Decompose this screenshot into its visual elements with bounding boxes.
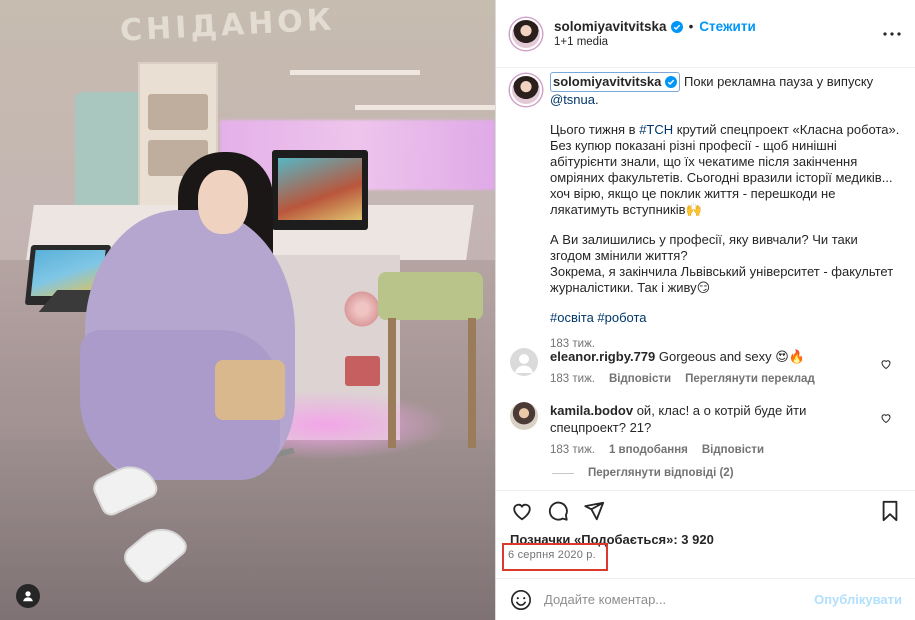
follow-button[interactable]: Стежити (699, 19, 755, 34)
caption-paragraph: Цього тижня в #ТСН крутий спецпроект «Кл… (550, 122, 900, 218)
bookmark-icon[interactable] (878, 499, 902, 523)
translate-button[interactable]: Переглянути переклад (685, 371, 815, 388)
caption-paragraph: А Ви залишились у професії, яку вивчали?… (550, 232, 900, 296)
user-tag-icon[interactable] (16, 584, 40, 608)
emoji-icon[interactable] (510, 589, 532, 611)
view-replies-button[interactable]: Переглянути відповіді (2) (552, 467, 734, 479)
red-box (345, 356, 380, 386)
post-header: solomiyavitvitska • Стежити 1+1 media (496, 0, 915, 68)
fridge (75, 92, 145, 212)
avatar[interactable] (510, 17, 542, 50)
comment-icon[interactable] (546, 499, 570, 523)
separator: • (688, 19, 694, 34)
stool-leg (388, 318, 396, 448)
caption-username-text: solomiyavitvitska (553, 74, 662, 89)
divider (552, 472, 574, 474)
hashtag-link[interactable]: #ТСН (639, 122, 673, 137)
comment-time[interactable]: 183 тиж. (550, 371, 595, 388)
caption-text: Зокрема, я закінчила Львівський універси… (550, 264, 894, 295)
comment-username[interactable]: kamila.bodov (550, 403, 633, 418)
flowers (342, 288, 382, 330)
reply-button[interactable]: Відповісти (702, 442, 764, 459)
comment-box: Додайте коментар... Опублікувати (496, 578, 915, 620)
chair-seat (215, 360, 285, 420)
monitor (272, 150, 368, 230)
publish-button[interactable]: Опублікувати (814, 592, 902, 607)
avatar[interactable] (510, 348, 538, 376)
reply-button[interactable]: Відповісти (609, 371, 671, 388)
comment-username[interactable]: eleanor.rigby.779 (550, 349, 655, 364)
comment-input[interactable]: Додайте коментар... (544, 592, 814, 607)
comment: eleanor.rigby.779 Gorgeous and sexy 😍🔥 1… (510, 348, 902, 388)
action-bar (496, 490, 915, 530)
verified-badge-icon (665, 76, 678, 88)
view-replies-label: Переглянути відповіді (2) (588, 467, 734, 479)
verified-badge-icon (670, 20, 683, 33)
more-horizontal-icon[interactable] (882, 24, 902, 44)
caption-text: А Ви залишились у професії, яку вивчали?… (550, 232, 858, 263)
stool-leg (468, 318, 476, 448)
caption-text: Цього тижня в (550, 122, 636, 137)
heart-icon[interactable] (880, 412, 892, 424)
stool-seat (378, 272, 483, 320)
avatar[interactable] (510, 74, 542, 106)
comment-time[interactable]: 183 тиж. (550, 442, 595, 459)
heart-icon[interactable] (510, 499, 534, 523)
caption-punct: . (595, 92, 599, 107)
send-icon[interactable] (582, 499, 606, 523)
caption-intro: Поки рекламна пауза у випуску (684, 74, 874, 89)
header-username[interactable]: solomiyavitvitska (554, 19, 667, 34)
comment-text: Gorgeous and sexy 😍🔥 (658, 349, 805, 364)
mention-link[interactable]: @tsnua (550, 92, 595, 107)
hashtags-link[interactable]: #освіта #робота (550, 310, 900, 326)
comment: kamila.bodov ой, клас! а о котрій буде й… (510, 402, 902, 459)
shelf (290, 70, 420, 75)
avatar[interactable] (510, 402, 538, 430)
header-subtitle[interactable]: 1+1 media (554, 36, 756, 48)
post-photo[interactable]: СНІДАНОК (0, 0, 495, 620)
comment-likes[interactable]: 1 вподобання (609, 442, 688, 459)
heart-icon[interactable] (880, 358, 892, 370)
post-caption: solomiyavitvitska Поки рекламна пауза у … (510, 72, 902, 352)
post-panel: solomiyavitvitska • Стежити 1+1 media so… (495, 0, 915, 620)
woman-face (198, 170, 248, 234)
date-highlight-box (502, 543, 608, 571)
shelf (355, 105, 495, 110)
caption-username[interactable]: solomiyavitvitska (550, 72, 681, 92)
